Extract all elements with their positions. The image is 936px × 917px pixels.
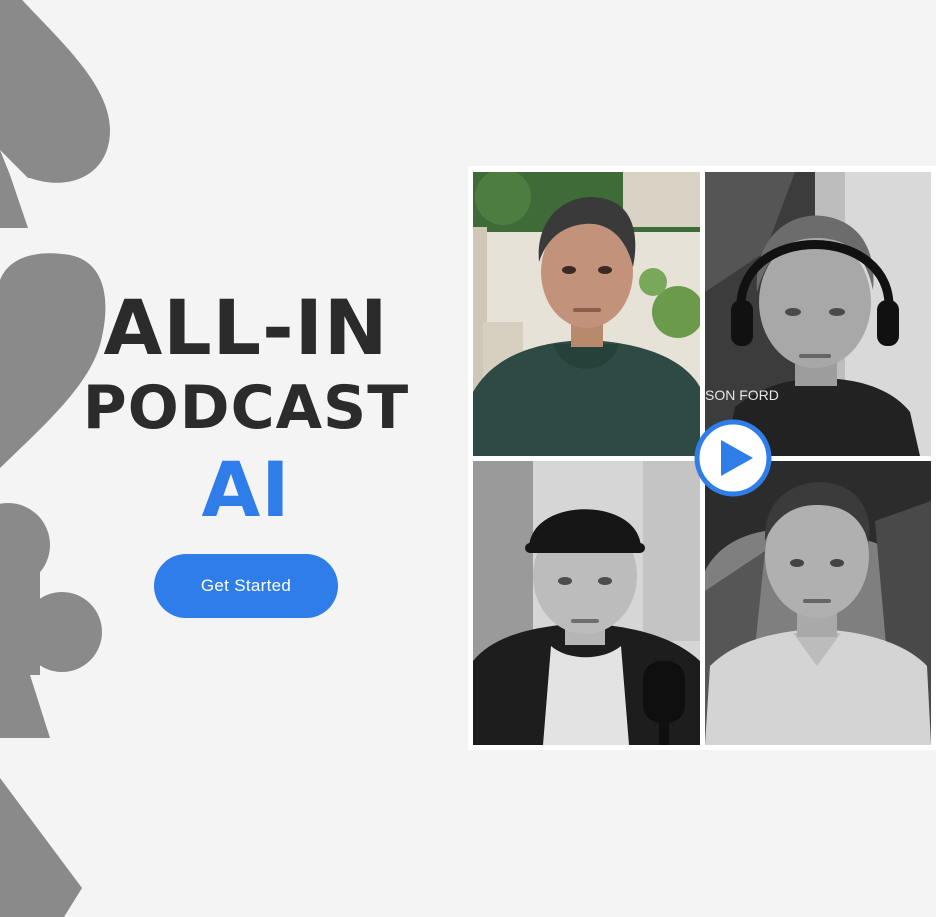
title-podcast: PODCAST [82,373,410,443]
poster-text: SON FORD [705,387,779,403]
diamond-icon [0,778,82,917]
video-tile-3[interactable] [473,461,700,745]
spade-icon [0,0,110,228]
get-started-button[interactable]: Get Started [154,554,338,618]
title-ai: AI [201,445,291,534]
play-icon[interactable] [693,418,773,498]
club-icon [0,503,102,738]
video-tile-1[interactable] [473,172,700,456]
hero-title: ALL-IN PODCAST AI [40,290,452,528]
video-tile-2[interactable]: SON FORD [705,172,931,456]
title-all-in: ALL-IN [103,283,389,372]
video-tile-4[interactable] [705,461,931,745]
